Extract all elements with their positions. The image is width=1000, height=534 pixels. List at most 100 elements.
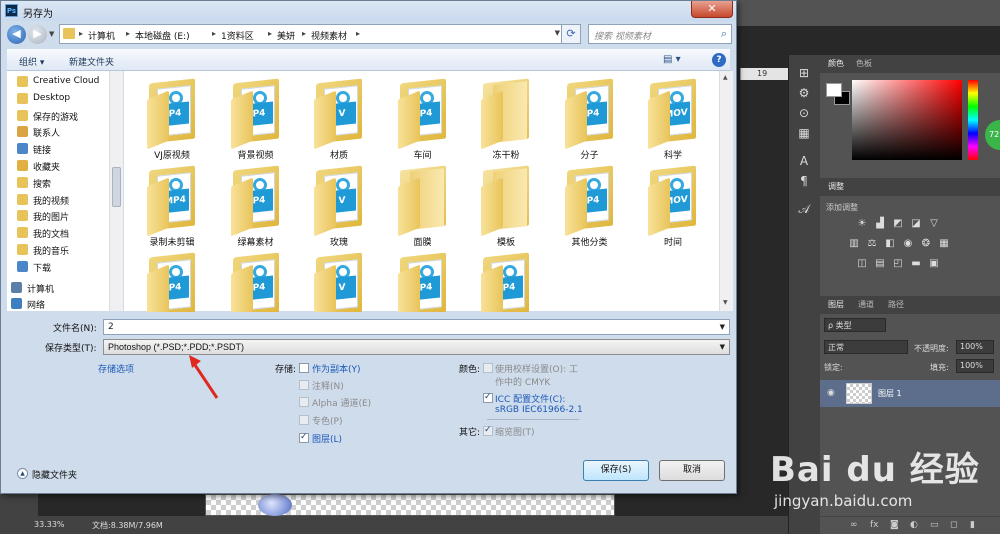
brush-preset-icon[interactable]: ⊙ <box>795 105 813 121</box>
scroll-down-icon[interactable]: ▼ <box>723 299 728 306</box>
as-copy-label[interactable]: 作为副本(Y) <box>312 362 361 375</box>
nav-item[interactable]: 链接 <box>7 140 115 157</box>
nav-item[interactable]: 我的图片 <box>7 207 115 224</box>
as-copy-checkbox[interactable] <box>299 363 309 373</box>
color-picker-field[interactable] <box>852 80 962 160</box>
nav-item[interactable]: 我的音乐 <box>7 241 115 258</box>
save-options-link[interactable]: 存储选项 <box>98 362 134 375</box>
folder-item[interactable]: V 玫瑰 <box>299 162 379 252</box>
foreground-color-swatch[interactable] <box>826 83 842 97</box>
filename-value[interactable]: 2 <box>108 322 114 332</box>
new-folder-button[interactable]: 新建文件夹 <box>69 55 114 68</box>
view-options-icon[interactable]: ▤ ▾ <box>663 54 681 65</box>
filename-input[interactable]: 2 ▼ <box>103 319 730 335</box>
vibrance-icon[interactable]: ▽ <box>928 218 940 229</box>
brightness-icon[interactable]: ☀ <box>856 218 868 229</box>
exposure-icon[interactable]: ◪ <box>910 218 922 229</box>
tab-channels[interactable]: 通道 <box>858 299 874 310</box>
nav-item[interactable]: Creative Cloud <box>7 73 115 90</box>
visibility-eye-icon[interactable]: ◉ <box>827 388 835 398</box>
thumbnail-checkbox[interactable] <box>483 425 493 436</box>
search-icon[interactable]: ⌕ <box>721 27 727 41</box>
curves-icon[interactable]: ◩ <box>892 218 904 229</box>
layer-name[interactable]: 图层 1 <box>878 388 902 399</box>
icc-profile-label[interactable]: ICC 配置文件(C): <box>495 392 565 405</box>
posterize-icon[interactable]: ▤ <box>874 258 886 269</box>
file-grid-scrollbar[interactable]: ▲ ▼ <box>719 71 733 311</box>
folder-item[interactable]: MOV 时间 <box>633 162 713 252</box>
layers-label[interactable]: 图层(L) <box>312 432 342 445</box>
folder-item[interactable]: P4 绿幕素材 <box>216 162 296 252</box>
gradient-map-icon[interactable]: ▬ <box>910 258 922 269</box>
spot-checkbox[interactable] <box>299 415 309 425</box>
chevron-down-icon[interactable]: ▼ <box>720 343 725 351</box>
help-icon[interactable]: ? <box>712 53 726 67</box>
navigation-scrollbar[interactable] <box>109 71 123 311</box>
recent-locations-dropdown[interactable]: ▼ <box>49 30 54 38</box>
tab-color[interactable]: 颜色 <box>828 58 844 69</box>
folder-item[interactable]: 模板 <box>466 162 546 252</box>
cancel-button[interactable]: 取消 <box>659 460 725 481</box>
styles-icon[interactable]: ▦ <box>795 125 813 141</box>
threshold-icon[interactable]: ◰ <box>892 258 904 269</box>
hue-saturation-icon[interactable]: ▥ <box>848 238 860 249</box>
layer-kind-filter[interactable]: ρ 类型 <box>824 318 886 332</box>
search-input[interactable]: 搜索 视频素材 <box>594 29 651 42</box>
scroll-up-icon[interactable]: ▲ <box>723 74 728 81</box>
breadcrumb-drive[interactable]: 本地磁盘 (E:) <box>135 29 190 42</box>
paragraph-icon[interactable]: ¶ <box>795 173 813 189</box>
close-button[interactable]: ✕ <box>691 1 733 18</box>
forward-button[interactable]: ▶ <box>28 25 47 44</box>
filetype-value[interactable]: Photoshop (*.PSD;*.PDD;*.PSDT) <box>108 342 244 352</box>
hue-slider[interactable] <box>968 80 978 160</box>
tab-swatches[interactable]: 色板 <box>856 58 872 69</box>
address-bar[interactable]: ▸ 计算机 ▸ 本地磁盘 (E:) ▸ 1资料区 ▸ 美妍 ▸ 视频素材 ▸ ▼ <box>59 24 579 44</box>
notes-checkbox[interactable] <box>299 380 309 390</box>
scrollbar-thumb[interactable] <box>112 167 121 207</box>
nav-item[interactable]: 收藏夹 <box>7 157 115 174</box>
properties-icon[interactable]: ⚙ <box>795 85 813 101</box>
organize-button[interactable]: 组织 ▾ <box>19 55 44 68</box>
refresh-button[interactable]: ⟳ <box>561 24 581 44</box>
nav-item[interactable]: 联系人 <box>7 123 115 140</box>
tab-paths[interactable]: 路径 <box>888 299 904 310</box>
folder-item[interactable]: 面膜 <box>383 162 463 252</box>
black-white-icon[interactable]: ◧ <box>884 238 896 249</box>
nav-item[interactable]: 网络 <box>7 295 115 312</box>
icc-profile-checkbox[interactable] <box>483 392 493 403</box>
opacity-field[interactable]: 100% <box>956 340 994 354</box>
folder-item[interactable]: MP4 录制未剪辑 <box>132 162 212 252</box>
folder-item[interactable]: P4 车间 <box>383 75 463 165</box>
nav-item[interactable]: 计算机 <box>7 279 115 296</box>
layer-row[interactable]: ◉ 图层 1 <box>820 380 1000 407</box>
character-icon[interactable]: A <box>795 153 813 169</box>
breadcrumb-current[interactable]: 视频素材 <box>311 29 347 42</box>
blend-mode-select[interactable]: 正常 <box>824 340 908 354</box>
levels-icon[interactable]: ▟ <box>874 218 886 229</box>
proof-setup-checkbox[interactable] <box>483 363 493 373</box>
folder-item[interactable]: P4 分子 <box>550 75 630 165</box>
channel-mixer-icon[interactable]: ❂ <box>920 238 932 249</box>
nav-item[interactable]: 下载 <box>7 258 115 275</box>
fill-field[interactable]: 100% <box>956 359 994 373</box>
back-button[interactable]: ◀ <box>7 25 26 44</box>
chevron-up-icon[interactable]: ▲ <box>17 468 28 479</box>
folder-item[interactable]: MOV 科学 <box>633 75 713 165</box>
layers-checkbox[interactable] <box>299 432 309 443</box>
save-button[interactable]: 保存(S) <box>583 460 649 481</box>
alpha-checkbox[interactable] <box>299 397 309 407</box>
nav-item[interactable]: Desktop <box>7 90 115 107</box>
breadcrumb-folder-1[interactable]: 1资料区 <box>221 29 254 42</box>
breadcrumb-folder-2[interactable]: 美妍 <box>277 29 295 42</box>
hide-folders-label[interactable]: 隐藏文件夹 <box>32 468 77 481</box>
color-lookup-icon[interactable]: ▦ <box>938 238 950 249</box>
tab-layers[interactable]: 图层 <box>828 299 844 310</box>
color-balance-icon[interactable]: ⚖ <box>866 238 878 249</box>
chevron-down-icon[interactable]: ▼ <box>720 323 725 331</box>
address-dropdown[interactable]: ▼ <box>555 29 560 37</box>
folder-item[interactable]: V 材质 <box>299 75 379 165</box>
folder-item[interactable]: P4 其他分类 <box>550 162 630 252</box>
folder-item[interactable]: P4 背景视频 <box>216 75 296 165</box>
selective-color-icon[interactable]: ▣ <box>928 258 940 269</box>
nav-item[interactable]: 搜索 <box>7 174 115 191</box>
